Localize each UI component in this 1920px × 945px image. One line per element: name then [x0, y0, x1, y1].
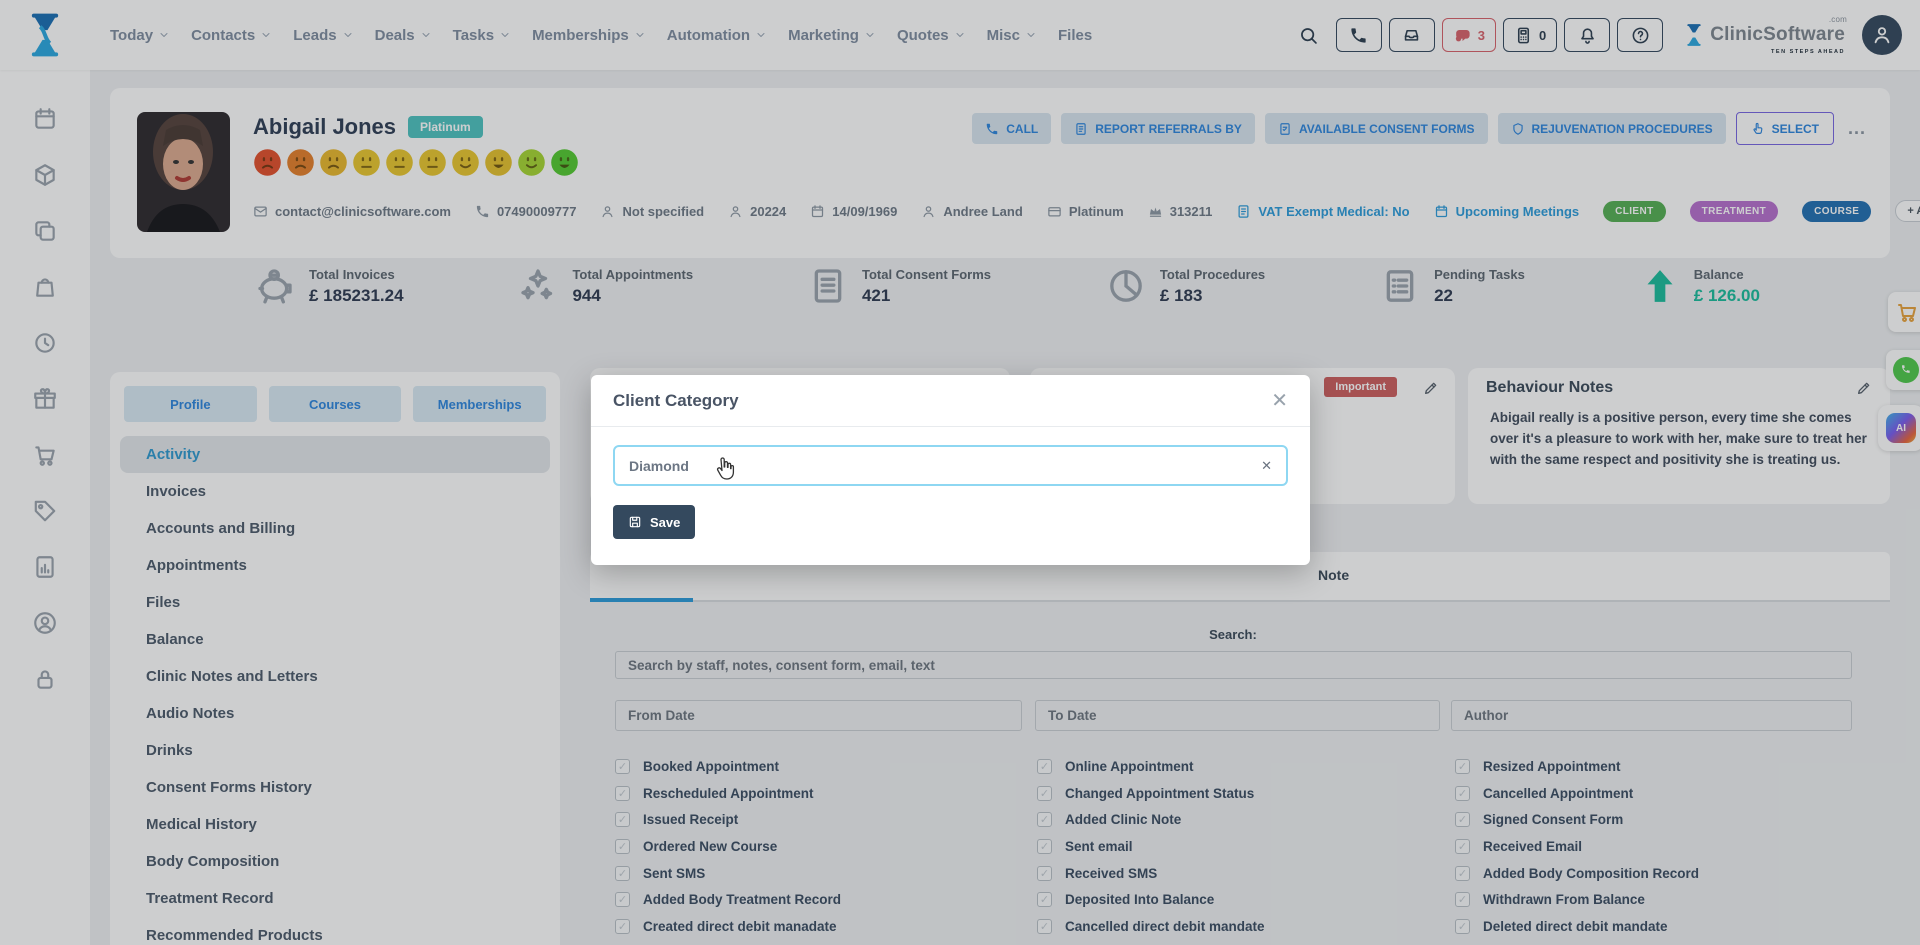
- screen: TodayContactsLeadsDealsTasksMembershipsA…: [0, 0, 1920, 945]
- save-button[interactable]: Save: [613, 505, 695, 539]
- clear-input-icon[interactable]: ✕: [1261, 458, 1272, 474]
- save-icon: [628, 515, 642, 529]
- modal-close-icon[interactable]: ✕: [1271, 391, 1288, 411]
- modal-title: Client Category: [613, 391, 739, 411]
- client-category-modal: Client Category ✕ ✕ Save: [591, 375, 1310, 565]
- mouse-cursor: [712, 456, 736, 482]
